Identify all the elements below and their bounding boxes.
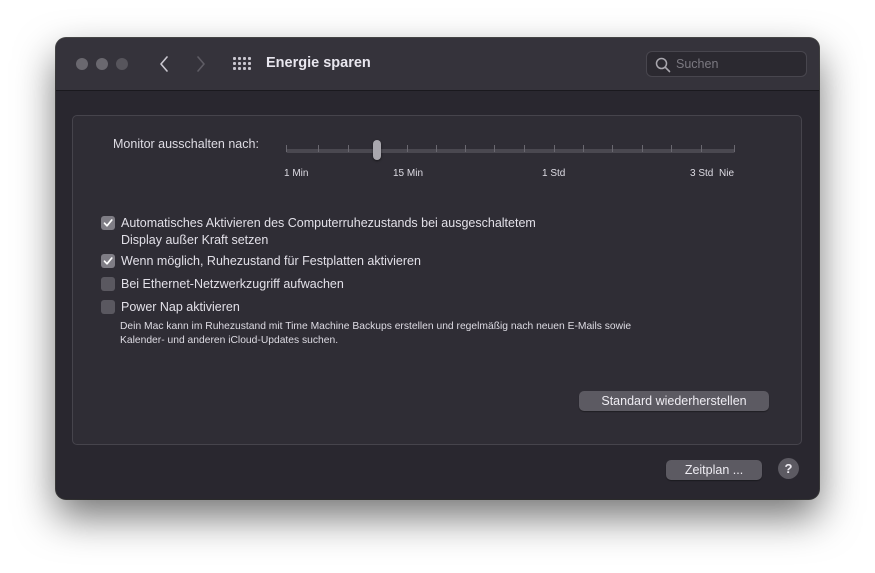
slider-tick [286,145,287,152]
slider-tick [642,145,643,152]
chevron-left-icon [160,56,168,72]
search-field[interactable] [646,51,807,77]
titlebar: Energie sparen [56,38,819,91]
slider-tick-label: 1 Std [542,168,566,179]
slider-tick [554,145,555,152]
checkbox-label: Power Nap aktivieren [121,300,240,314]
slider-tick [583,145,584,152]
slider-tick [524,145,525,152]
power-nap-description: Dein Mac kann im Ruhezustand mit Time Ma… [120,321,632,346]
slider-tick-label: 1 Min [284,168,309,179]
display-sleep-label: Monitor ausschalten nach: [113,137,259,151]
checkbox-wake-ethernet[interactable] [101,277,115,291]
slider-tick [407,145,408,152]
slider-tick-label: 3 Std [690,168,714,179]
slider-tick [348,145,349,152]
help-button[interactable]: ? [778,458,799,479]
preferences-window: Energie sparen Monitor ausschalten nach:… [56,38,819,499]
checkmark-icon [103,219,113,227]
window-title: Energie sparen [266,55,371,71]
display-sleep-slider-knob[interactable] [373,140,381,160]
checkbox-label: Wenn möglich, Ruhezustand für Festplatte… [121,254,421,268]
checkbox-disk-sleep[interactable] [101,254,115,268]
slider-tick [436,145,437,152]
schedule-button[interactable]: Zeitplan ... [666,460,762,480]
forward-button[interactable] [190,53,212,75]
restore-defaults-button[interactable]: Standard wiederherstellen [579,391,769,411]
slider-tick [701,145,702,152]
slider-tick-label: 15 Min [393,168,424,179]
settings-panel: Monitor ausschalten nach: 1 Min 15 Min 1… [72,115,802,445]
search-icon [655,57,671,73]
checkmark-icon [103,257,113,265]
slider-tick [671,145,672,152]
checkbox-prevent-sleep[interactable] [101,216,115,230]
checkbox-power-nap[interactable] [101,300,115,314]
slider-tick [612,145,613,152]
back-button[interactable] [153,53,175,75]
slider-tick-label: Nie [719,168,735,179]
zoom-window-button[interactable] [116,58,128,70]
slider-tick [318,145,319,152]
checkbox-label: Bei Ethernet-Netzwerkzugriff aufwachen [121,277,344,291]
grid-icon[interactable] [233,57,251,71]
display-sleep-slider-track[interactable] [286,149,735,153]
slider-tick [465,145,466,152]
search-input[interactable] [676,55,800,73]
minimize-window-button[interactable] [96,58,108,70]
slider-tick [734,145,735,152]
close-window-button[interactable] [76,58,88,70]
chevron-right-icon [197,56,205,72]
slider-tick [494,145,495,152]
checkbox-label: Automatisches Aktivieren des Computerruh… [121,216,536,247]
